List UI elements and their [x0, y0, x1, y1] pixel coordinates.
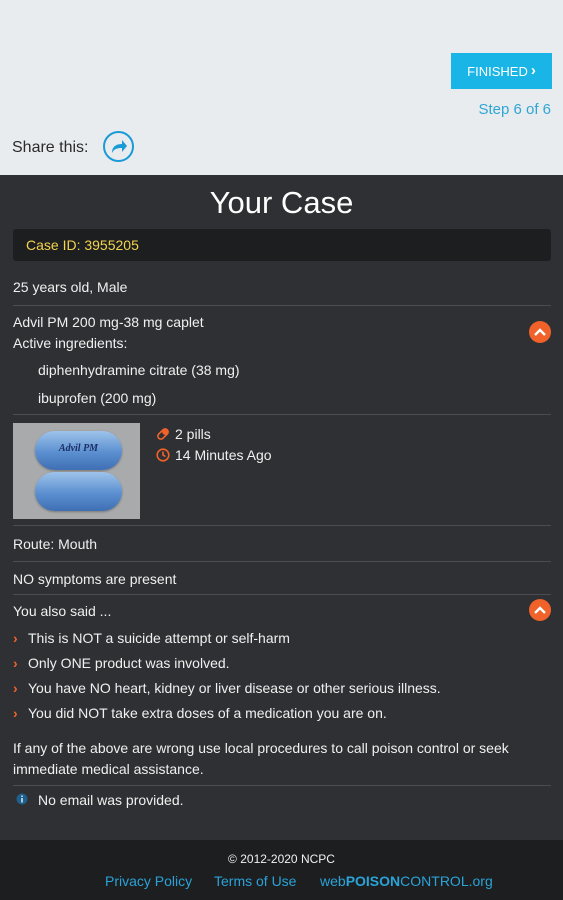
list-item: › Only ONE product was involved.: [13, 655, 230, 671]
finished-button[interactable]: FINISHED ›: [451, 53, 552, 89]
pill-icon: [157, 428, 169, 440]
pill-image: Advil PM: [35, 431, 122, 470]
email-note: No email was provided.: [38, 792, 184, 808]
chevron-right-icon: ›: [13, 705, 18, 721]
statement-text: You have NO heart, kidney or liver disea…: [28, 680, 441, 696]
route: Route: Mouth: [13, 536, 98, 552]
divider: [13, 525, 551, 526]
warning-text: If any of the above are wrong use local …: [13, 740, 509, 756]
divider: [13, 594, 551, 595]
top-bar: FINISHED › Step 6 of 6 Share this:: [0, 0, 563, 175]
chevron-right-icon: ›: [13, 655, 18, 671]
ingredient-item: diphenhydramine citrate (38 mg): [38, 362, 240, 378]
collapse-product-button[interactable]: [529, 321, 551, 343]
share-button[interactable]: [103, 131, 134, 162]
divider: [13, 561, 551, 562]
case-card: Your Case Case ID: 3955205 25 years old,…: [0, 175, 563, 840]
brand-suffix: CONTROL.org: [400, 873, 493, 889]
info-icon: [16, 793, 28, 805]
brand-prefix: web: [320, 873, 346, 889]
finished-button-label: FINISHED: [467, 63, 528, 79]
chevron-right-icon: ›: [13, 630, 18, 646]
page-title: Your Case: [209, 185, 354, 220]
brand-bold: POISON: [345, 873, 401, 889]
product-name: Advil PM 200 mg-38 mg caplet: [13, 314, 204, 330]
divider: [13, 414, 551, 415]
webpoisoncontrol-link[interactable]: webPOISONCONTROL.org: [320, 873, 493, 889]
pill-count: 2 pills: [175, 426, 211, 442]
step-indicator: Step 6 of 6: [478, 101, 551, 118]
also-said-label: You also said ...: [13, 603, 112, 619]
chevron-up-icon: [534, 328, 546, 336]
case-id: Case ID: 3955205: [13, 229, 551, 261]
chevron-right-icon: ›: [530, 62, 536, 79]
share-arrow-icon: [111, 139, 127, 153]
divider: [13, 305, 551, 306]
list-item: › This is NOT a suicide attempt or self-…: [13, 630, 290, 646]
product-image: Advil PM: [13, 423, 140, 519]
time-ago: 14 Minutes Ago: [175, 447, 272, 463]
warning-text: immediate medical assistance.: [13, 761, 204, 777]
terms-of-use-link[interactable]: Terms of Use: [214, 873, 296, 889]
symptoms: NO symptoms are present: [13, 571, 177, 587]
footer: © 2012-2020 NCPC Privacy Policy Terms of…: [0, 840, 563, 900]
ingredient-item: ibuprofen (200 mg): [38, 390, 157, 406]
statement-text: You did NOT take extra doses of a medica…: [28, 705, 387, 721]
statement-text: Only ONE product was involved.: [28, 655, 230, 671]
pill-image: [35, 472, 122, 511]
chevron-right-icon: ›: [13, 680, 18, 696]
copyright: © 2012-2020 NCPC: [228, 852, 335, 866]
list-item: › You have NO heart, kidney or liver dis…: [13, 680, 441, 696]
pill-imprint: Advil PM: [58, 443, 99, 454]
clock-icon: [156, 448, 170, 462]
patient-info: 25 years old, Male: [13, 279, 128, 295]
statement-text: This is NOT a suicide attempt or self-ha…: [28, 630, 290, 646]
list-item: › You did NOT take extra doses of a medi…: [13, 705, 387, 721]
privacy-policy-link[interactable]: Privacy Policy: [105, 873, 192, 889]
active-ingredients-label: Active ingredients:: [13, 335, 128, 351]
divider: [13, 785, 551, 786]
collapse-statements-button[interactable]: [529, 599, 551, 621]
share-label: Share this:: [12, 139, 89, 156]
chevron-up-icon: [534, 606, 546, 614]
